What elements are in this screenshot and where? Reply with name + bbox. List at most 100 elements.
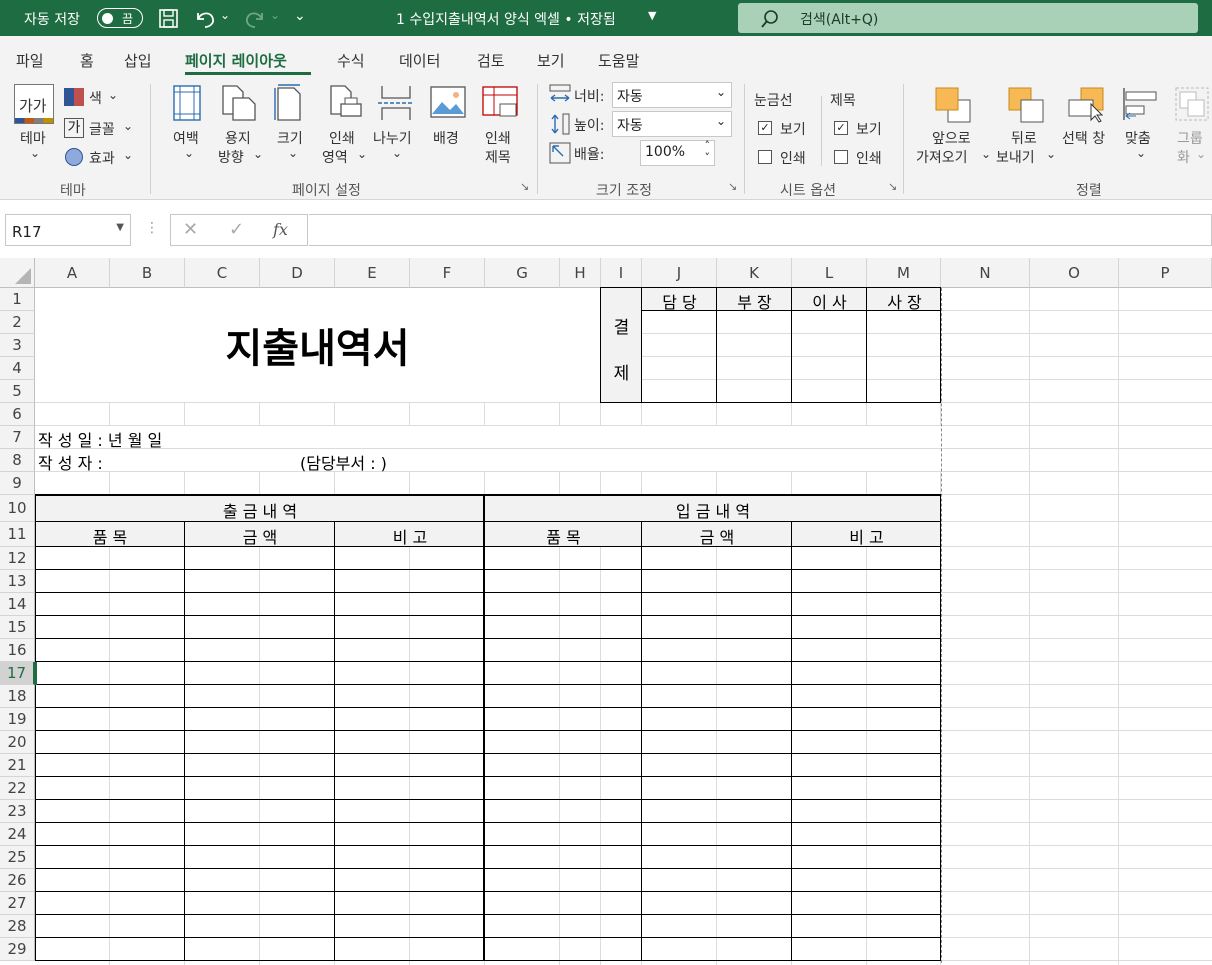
margins-icon[interactable] — [172, 84, 202, 122]
name-box-dropdown-icon[interactable]: ▼ — [116, 222, 124, 233]
row-header[interactable]: 12 — [0, 547, 35, 570]
row-header[interactable]: 25 — [0, 846, 35, 869]
tab-data[interactable]: 데이터 — [399, 50, 440, 71]
selection-pane-label[interactable]: 선택 창 — [1062, 128, 1105, 148]
col-header[interactable]: G — [485, 258, 560, 288]
row-header[interactable]: 9 — [0, 472, 35, 495]
col-header[interactable]: A — [35, 258, 110, 288]
col-header[interactable]: D — [260, 258, 335, 288]
background-label[interactable]: 배경 — [433, 128, 459, 148]
colors-label[interactable]: 색 — [89, 88, 102, 108]
tab-view[interactable]: 보기 — [537, 50, 565, 71]
bring-forward-icon[interactable] — [934, 86, 974, 124]
effects-dropdown-icon[interactable]: ⌄ — [123, 148, 133, 162]
size-label[interactable]: 크기 — [277, 128, 303, 148]
effects-icon[interactable] — [65, 148, 83, 166]
tab-home[interactable]: 홈 — [80, 50, 94, 71]
align-icon[interactable] — [1122, 86, 1158, 122]
colors-dropdown-icon[interactable]: ⌄ — [108, 88, 118, 102]
fonts-label[interactable]: 글꼴 — [89, 119, 115, 139]
fonts-icon[interactable]: 가 — [64, 118, 84, 138]
bring-forward-label-1[interactable]: 앞으로 — [932, 128, 971, 148]
tab-page-layout[interactable]: 페이지 레이아웃 — [185, 50, 287, 71]
undo-dropdown-icon[interactable]: ⌄ — [220, 8, 230, 22]
document-title[interactable]: 1 수입지출내역서 양식 엑셀 • 저장됨 — [396, 9, 616, 29]
selection-pane-icon[interactable] — [1067, 86, 1107, 124]
col-header[interactable]: M — [867, 258, 941, 288]
col-header[interactable]: L — [792, 258, 867, 288]
spin-down-icon[interactable]: ˅ — [705, 151, 711, 164]
margins-label[interactable]: 여백 — [173, 128, 199, 148]
send-backward-label-1[interactable]: 뒤로 — [1011, 128, 1037, 148]
colors-icon[interactable] — [64, 88, 84, 106]
row-header[interactable]: 29 — [0, 938, 35, 961]
print-area-label-2[interactable]: 영역 — [322, 147, 348, 167]
themes-icon[interactable]: 가가 — [14, 84, 54, 124]
undo-icon[interactable] — [193, 7, 217, 29]
headings-print-checkbox[interactable] — [834, 150, 848, 164]
row-header[interactable]: 11 — [0, 522, 35, 547]
col-header[interactable]: I — [601, 258, 642, 288]
orientation-label-1[interactable]: 용지 — [225, 128, 251, 148]
row-header[interactable]: 23 — [0, 800, 35, 823]
tab-help[interactable]: 도움말 — [598, 50, 639, 71]
align-label[interactable]: 맞춤 — [1125, 128, 1151, 148]
row-header[interactable]: 27 — [0, 892, 35, 915]
insert-function-icon[interactable]: fx — [273, 220, 288, 239]
effects-label[interactable]: 효과 — [89, 148, 115, 168]
row-header[interactable]: 20 — [0, 731, 35, 754]
search-box[interactable]: 검색(Alt+Q) — [738, 3, 1198, 33]
row-header[interactable]: 21 — [0, 754, 35, 777]
row-header[interactable]: 4 — [0, 357, 35, 380]
breaks-icon[interactable] — [378, 84, 414, 122]
orientation-dropdown-icon[interactable]: ⌄ — [253, 147, 263, 161]
print-titles-label-1[interactable]: 인쇄 — [485, 128, 511, 148]
align-dropdown-icon[interactable]: ⌄ — [1136, 146, 1146, 160]
breaks-dropdown-icon[interactable]: ⌄ — [392, 146, 402, 160]
row-header[interactable]: 28 — [0, 915, 35, 938]
col-header[interactable]: O — [1030, 258, 1119, 288]
tab-review[interactable]: 검토 — [477, 50, 505, 71]
themes-label[interactable]: 테마 — [20, 128, 46, 148]
print-area-dropdown-icon[interactable]: ⌄ — [357, 147, 367, 161]
size-icon[interactable] — [274, 84, 306, 122]
row-header[interactable]: 18 — [0, 685, 35, 708]
margins-dropdown-icon[interactable]: ⌄ — [184, 146, 194, 160]
col-header[interactable]: F — [410, 258, 485, 288]
col-header[interactable]: N — [941, 258, 1030, 288]
row-header[interactable]: 10 — [0, 495, 35, 522]
autosave-toggle[interactable]: 끔 — [97, 8, 143, 28]
row-header[interactable]: 5 — [0, 380, 35, 403]
sheet-options-launcher-icon[interactable]: ↘ — [888, 180, 897, 193]
row-header[interactable]: 3 — [0, 334, 35, 357]
breaks-label[interactable]: 나누기 — [373, 128, 412, 148]
height-select[interactable]: 자동 ⌄ — [612, 111, 732, 137]
themes-dropdown-icon[interactable]: ⌄ — [30, 146, 40, 160]
bring-forward-dropdown-icon[interactable]: ⌄ — [981, 147, 991, 161]
print-area-label-1[interactable]: 인쇄 — [329, 128, 355, 148]
row-header[interactable]: 1 — [0, 288, 35, 311]
customize-toolbar-icon[interactable]: ⌄ — [294, 8, 306, 24]
row-header[interactable]: 16 — [0, 639, 35, 662]
orientation-icon[interactable] — [221, 84, 257, 122]
col-header[interactable]: B — [110, 258, 185, 288]
row-header[interactable]: 7 — [0, 426, 35, 449]
more-options-icon[interactable]: ⋮ — [145, 220, 159, 236]
fonts-dropdown-icon[interactable]: ⌄ — [123, 119, 133, 133]
col-header[interactable]: C — [185, 258, 260, 288]
gridlines-print-checkbox[interactable] — [758, 150, 772, 164]
size-dropdown-icon[interactable]: ⌄ — [288, 146, 298, 160]
row-header[interactable]: 19 — [0, 708, 35, 731]
headings-view-checkbox[interactable]: ✓ — [834, 121, 848, 135]
row-header[interactable]: 15 — [0, 616, 35, 639]
name-box[interactable]: R17 ▼ — [5, 214, 131, 246]
page-setup-launcher-icon[interactable]: ↘ — [520, 180, 529, 193]
row-header[interactable]: 13 — [0, 570, 35, 593]
tab-file[interactable]: 파일 — [16, 50, 44, 71]
print-area-icon[interactable] — [327, 84, 363, 122]
send-backward-dropdown-icon[interactable]: ⌄ — [1046, 147, 1056, 161]
col-header[interactable]: P — [1119, 258, 1212, 288]
scale-launcher-icon[interactable]: ↘ — [728, 180, 737, 193]
width-select[interactable]: 자동 ⌄ — [612, 82, 732, 108]
row-header[interactable]: 2 — [0, 311, 35, 334]
